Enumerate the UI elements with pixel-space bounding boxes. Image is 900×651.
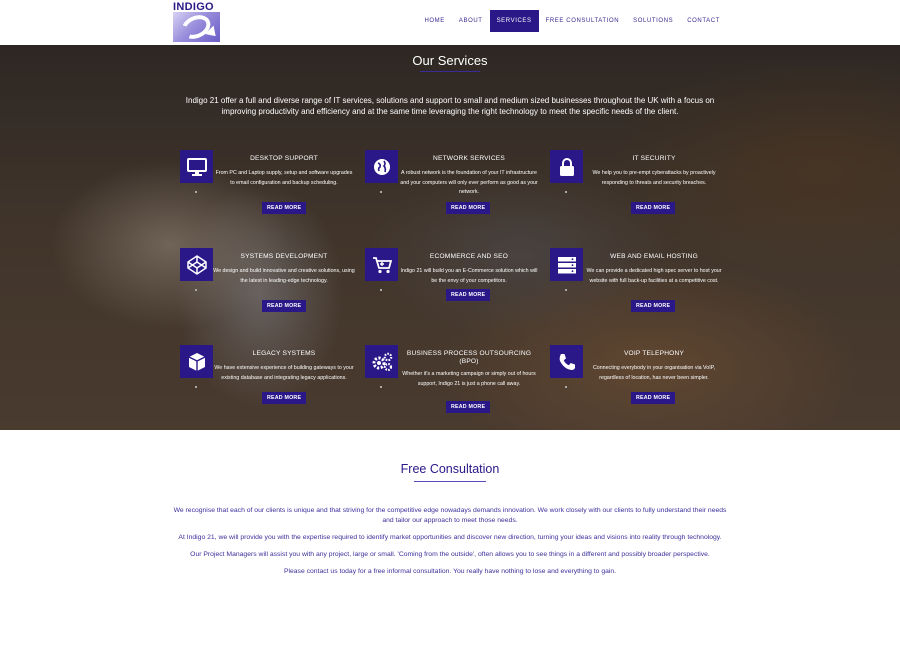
service-title: DESKTOP SUPPORT xyxy=(250,155,318,162)
service-title: WEB AND EMAIL HOSTING xyxy=(610,253,698,260)
service-title: SYSTEMS DEVELOPMENT xyxy=(240,253,328,260)
consultation-title: Free Consultation xyxy=(400,462,500,476)
services-title-underline xyxy=(420,71,480,72)
cube-icon xyxy=(180,345,213,378)
service-title: NETWORK SERVICES xyxy=(433,155,505,162)
consultation-paragraph: At Indigo 21, we will provide you with t… xyxy=(178,534,722,541)
read-more-button[interactable]: READ MORE xyxy=(262,202,307,214)
consultation-paragraph: Our Project Managers will assist you wit… xyxy=(190,551,710,558)
codepen-icon xyxy=(180,248,213,281)
server-icon xyxy=(550,248,583,281)
service-description: A robust network is the foundation of yo… xyxy=(400,170,538,195)
consultation-title-underline xyxy=(414,481,486,482)
service-description: From PC and Laptop supply, setup and sof… xyxy=(215,170,353,186)
nav-home[interactable]: HOME xyxy=(417,10,451,32)
service-title: VOIP TELEPHONY xyxy=(623,350,685,357)
service-description: Whether it's a marketing campaign or sim… xyxy=(402,371,536,387)
read-more-button[interactable]: READ MORE xyxy=(631,300,676,312)
nav-about[interactable]: ABOUT xyxy=(452,10,490,32)
nav-contact[interactable]: CONTACT xyxy=(680,10,727,32)
service-description: We have extensive experience of building… xyxy=(214,365,354,381)
read-more-button[interactable]: READ MORE xyxy=(446,401,491,413)
service-ecommerce-seo: ECOMMERCE AND SEO Indigo 21 will build y… xyxy=(365,248,540,338)
consultation-body: We recognise that each of our clients is… xyxy=(170,506,730,584)
read-more-button[interactable]: READ MORE xyxy=(631,392,676,404)
cogs-icon xyxy=(365,345,398,378)
service-web-email-hosting: WEB AND EMAIL HOSTING We can provide a d… xyxy=(550,248,725,338)
read-more-button[interactable]: READ MORE xyxy=(446,202,491,214)
read-more-button[interactable]: READ MORE xyxy=(262,392,307,404)
service-legacy-systems: LEGACY SYSTEMS We have extensive experie… xyxy=(180,345,355,430)
service-description: We design and build innovative and creat… xyxy=(213,268,355,284)
service-systems-development: SYSTEMS DEVELOPMENT We design and build … xyxy=(180,248,355,338)
services-section: Our Services Indigo 21 offer a full and … xyxy=(0,45,900,430)
read-more-button[interactable]: READ MORE xyxy=(262,300,307,312)
consultation-paragraph: Please contact us today for a free infor… xyxy=(283,568,617,575)
nav-free-consultation[interactable]: FREE CONSULTATION xyxy=(539,10,627,32)
lock-icon xyxy=(550,150,583,183)
services-title: Our Services xyxy=(412,53,488,68)
main-nav: HOME ABOUT SERVICES FREE CONSULTATION SO… xyxy=(417,10,727,32)
service-description: Indigo 21 will build you an E-Commerce s… xyxy=(400,268,538,284)
service-description: We help you to pre-empt cyberattacks by … xyxy=(592,170,716,186)
services-intro: Indigo 21 offer a full and diverse range… xyxy=(185,96,715,116)
service-title: IT SECURITY xyxy=(632,155,676,162)
read-more-button[interactable]: READ MORE xyxy=(446,289,491,301)
service-description: We can provide a dedicated high spec ser… xyxy=(586,268,722,284)
service-it-security: IT SECURITY We help you to pre-empt cybe… xyxy=(550,150,725,240)
service-title: ECOMMERCE AND SEO xyxy=(429,253,509,260)
service-desktop-support: DESKTOP SUPPORT From PC and Laptop suppl… xyxy=(180,150,355,240)
site-header: INDIGO HOME ABOUT SERVICES FREE CONSULTA… xyxy=(0,0,900,45)
phone-icon xyxy=(550,345,583,378)
service-bpo: BUSINESS PROCESS OUTSOURCING (BPO) Wheth… xyxy=(365,345,540,430)
globe-icon xyxy=(365,150,398,183)
service-description: Connecting everybody in your organisatio… xyxy=(592,365,716,381)
nav-services[interactable]: SERVICES xyxy=(489,10,539,32)
logo-mark xyxy=(173,10,220,44)
cart-icon xyxy=(365,248,398,281)
service-voip-telephony: VOIP TELEPHONY Connecting everybody in y… xyxy=(550,345,725,430)
indigo-logo[interactable]: INDIGO xyxy=(173,1,220,44)
service-title: LEGACY SYSTEMS xyxy=(252,350,316,357)
service-title: BUSINESS PROCESS OUTSOURCING (BPO) xyxy=(406,350,532,365)
monitor-icon xyxy=(180,150,213,183)
read-more-button[interactable]: READ MORE xyxy=(631,202,676,214)
consultation-paragraph: We recognise that each of our clients is… xyxy=(173,507,727,524)
nav-solutions[interactable]: SOLUTIONS xyxy=(626,10,680,32)
service-network-services: NETWORK SERVICES A robust network is the… xyxy=(365,150,540,240)
